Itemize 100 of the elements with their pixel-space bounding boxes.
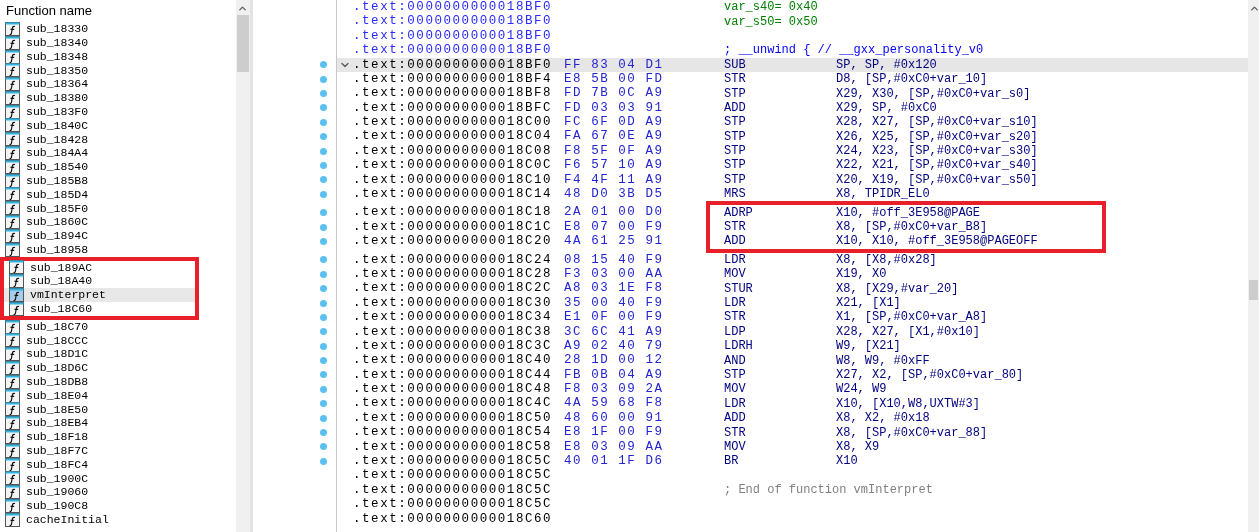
operands: X28, X27, [X1,#0x10] bbox=[836, 325, 981, 338]
operands: X8, [SP,#0xC0+var_B8] bbox=[836, 221, 988, 234]
opcode-bytes: FF 83 04 D1 bbox=[564, 58, 664, 71]
function-list-item[interactable]: sub_18540 bbox=[0, 159, 236, 174]
mnemonic: LDP bbox=[724, 325, 747, 338]
opcode-bytes: FA 67 0E A9 bbox=[564, 130, 664, 143]
address: .text:0000000000018C50 bbox=[353, 411, 554, 425]
function-list-item[interactable]: sub_18340 bbox=[0, 35, 236, 50]
scroll-up-icon[interactable] bbox=[1249, 3, 1259, 14]
function-icon bbox=[5, 512, 20, 527]
mnemonic: ADD bbox=[724, 412, 747, 425]
opcode-bytes: 2A 01 00 D0 bbox=[564, 206, 664, 219]
function-icon bbox=[5, 118, 20, 133]
column-header[interactable]: Function name bbox=[6, 1, 92, 21]
function-list-item[interactable]: vmInterpret bbox=[4, 288, 195, 302]
function-icon bbox=[5, 49, 20, 64]
opcode-bytes: E8 1F 00 F9 bbox=[564, 426, 664, 439]
scroll-thumb[interactable] bbox=[1249, 280, 1258, 300]
function-list-item[interactable]: sub_185B8 bbox=[0, 173, 236, 188]
mnemonic: STP bbox=[724, 368, 747, 381]
function-list-item[interactable]: sub_1900C bbox=[0, 471, 236, 486]
operands: SP, SP, #0x120 bbox=[836, 58, 937, 71]
function-list-item[interactable]: sub_18428 bbox=[0, 132, 236, 147]
stack-variable: var_s40= 0x40 bbox=[724, 1, 818, 14]
function-list-item[interactable]: sub_184A4 bbox=[0, 146, 236, 160]
function-list-item[interactable]: sub_185F0 bbox=[0, 201, 236, 216]
function-list-item[interactable]: sub_18348 bbox=[0, 49, 236, 64]
function-list-item[interactable]: sub_185D4 bbox=[0, 187, 236, 202]
function-icon bbox=[5, 35, 20, 50]
stack-variable: var_s50= 0x50 bbox=[724, 15, 818, 28]
opcode-bytes: FC 6F 0D A9 bbox=[564, 116, 664, 129]
mnemonic: MRS bbox=[724, 188, 747, 201]
function-list-item[interactable]: sub_1860C bbox=[0, 215, 236, 229]
function-list-item[interactable]: sub_18958 bbox=[0, 242, 236, 257]
mnemonic: AND bbox=[724, 354, 747, 367]
operands: X10, X10, #off_3E958@PAGEOFF bbox=[836, 235, 1038, 248]
function-icon bbox=[5, 457, 20, 472]
function-icon bbox=[9, 260, 24, 275]
scrollbar[interactable] bbox=[1248, 0, 1259, 532]
function-list-item[interactable]: sub_18D1C bbox=[0, 347, 236, 362]
function-list-item[interactable]: sub_1840C bbox=[0, 118, 236, 133]
function-icon bbox=[9, 301, 24, 316]
function-list-item[interactable]: sub_18350 bbox=[0, 63, 236, 78]
function-list-item[interactable]: sub_18DB8 bbox=[0, 374, 236, 389]
address: .text:0000000000018BF4 bbox=[353, 72, 554, 86]
function-icon bbox=[5, 132, 20, 147]
function-icon bbox=[5, 485, 20, 500]
address: .text:0000000000018C58 bbox=[353, 440, 554, 454]
function-icon bbox=[5, 242, 20, 257]
opcode-bytes: E1 0F 00 F9 bbox=[564, 311, 664, 324]
function-icon bbox=[5, 159, 20, 174]
operands: X24, X23, [SP,#0xC0+var_s30] bbox=[836, 145, 1038, 158]
function-icon bbox=[5, 499, 20, 513]
function-list-item[interactable]: sub_18F18 bbox=[0, 430, 236, 444]
function-list-item[interactable]: sub_18380 bbox=[0, 91, 236, 105]
function-list-item[interactable]: sub_18EB4 bbox=[0, 416, 236, 431]
scroll-up-icon[interactable] bbox=[237, 3, 248, 14]
function-list-item[interactable]: sub_19060 bbox=[0, 485, 236, 500]
function-list-item[interactable]: sub_1894C bbox=[0, 228, 236, 243]
mnemonic: STP bbox=[724, 159, 747, 172]
function-list-item[interactable]: sub_189AC bbox=[4, 260, 195, 275]
operands: X8, X9 bbox=[836, 440, 880, 453]
function-list-item[interactable]: sub_18FC4 bbox=[0, 457, 236, 472]
function-list-item[interactable]: sub_18D6C bbox=[0, 361, 236, 375]
scrollbar[interactable] bbox=[236, 0, 250, 532]
address: .text:0000000000018BF0 bbox=[353, 0, 554, 14]
function-list-item[interactable]: sub_18A40 bbox=[4, 274, 195, 289]
function-list-item[interactable]: sub_18364 bbox=[0, 77, 236, 91]
function-list-item[interactable]: sub_18C70 bbox=[0, 319, 236, 334]
function-icon bbox=[5, 228, 20, 243]
mnemonic: STUR bbox=[724, 282, 754, 295]
address: .text:0000000000018BF8 bbox=[353, 87, 554, 100]
function-list-item[interactable]: sub_183F0 bbox=[0, 104, 236, 119]
function-list-item[interactable]: sub_18CCC bbox=[0, 333, 236, 348]
function-icon bbox=[5, 63, 20, 78]
function-icon bbox=[5, 146, 20, 161]
opcode-bytes: F6 57 10 A9 bbox=[564, 159, 664, 172]
operands: X10, #off_3E958@PAGE bbox=[836, 206, 981, 219]
mnemonic: LDR bbox=[724, 397, 747, 410]
function-list-item[interactable]: sub_18C60 bbox=[4, 301, 195, 316]
function-list-item[interactable]: cacheInitial bbox=[0, 512, 236, 527]
function-list-item[interactable]: sub_18F7C bbox=[0, 443, 236, 458]
operands: X8, [X8,#0x28] bbox=[836, 253, 937, 266]
address: .text:0000000000018C5C bbox=[353, 498, 554, 511]
address: .text:0000000000018C18 bbox=[353, 206, 554, 219]
address: .text:0000000000018BF0 bbox=[353, 29, 554, 43]
function-list-item[interactable]: sub_190C8 bbox=[0, 499, 236, 513]
mnemonic: STR bbox=[724, 426, 747, 439]
function-list-item[interactable]: sub_18E50 bbox=[0, 402, 236, 417]
address: .text:0000000000018C38 bbox=[353, 325, 554, 339]
opcode-bytes: FB 0B 04 A9 bbox=[564, 368, 664, 382]
function-icon bbox=[5, 471, 20, 486]
function-list-item[interactable]: sub_18330 bbox=[0, 22, 236, 36]
operands: X19, X0 bbox=[836, 268, 887, 281]
operands: X21, [X1] bbox=[836, 297, 901, 309]
function-list-item[interactable]: sub_18E04 bbox=[0, 388, 236, 403]
address: .text:0000000000018C2C bbox=[353, 282, 554, 295]
mnemonic: STP bbox=[724, 87, 747, 100]
operands: X22, X21, [SP,#0xC0+var_s40] bbox=[836, 159, 1038, 172]
scroll-thumb[interactable] bbox=[237, 15, 249, 72]
